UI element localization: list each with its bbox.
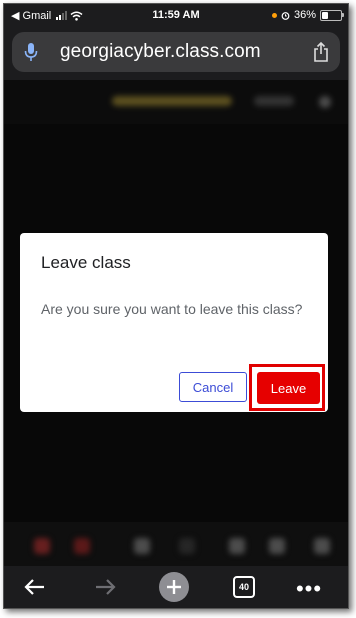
leave-class-dialog: Leave class Are you sure you want to lea… (20, 233, 328, 412)
browser-toolbar: 40 ••• (4, 566, 348, 608)
status-right: 36% (271, 9, 344, 21)
url-text[interactable]: georgiacyber.class.com (60, 41, 261, 63)
battery-percent: 36% (293, 9, 316, 21)
address-bar[interactable]: georgiacyber.class.com (12, 32, 340, 72)
dialog-message: Are you sure you want to leave this clas… (41, 301, 303, 317)
alarm-icon (281, 11, 290, 20)
forward-button[interactable] (92, 574, 118, 600)
more-dots-icon[interactable]: ••• (294, 576, 324, 602)
tab-switcher-button[interactable]: 40 (233, 576, 255, 598)
mic-in-use-indicator-icon (271, 12, 277, 18)
back-button[interactable] (22, 574, 48, 600)
dialog-title: Leave class (41, 253, 131, 272)
browser-window: ◀ Gmail 11:59 AM 36% georgiacyber.class.… (3, 3, 349, 609)
plus-icon (167, 580, 181, 594)
status-bar: ◀ Gmail 11:59 AM 36% (4, 4, 348, 28)
forward-arrow-icon (96, 579, 116, 595)
new-tab-button[interactable] (159, 572, 189, 602)
share-icon[interactable] (312, 41, 330, 63)
cancel-button[interactable]: Cancel (179, 372, 247, 402)
address-bar-container: georgiacyber.class.com (4, 28, 348, 80)
back-arrow-icon (24, 579, 44, 595)
microphone-icon[interactable] (24, 42, 38, 62)
leave-button[interactable]: Leave (257, 372, 320, 404)
battery-icon (320, 9, 344, 21)
